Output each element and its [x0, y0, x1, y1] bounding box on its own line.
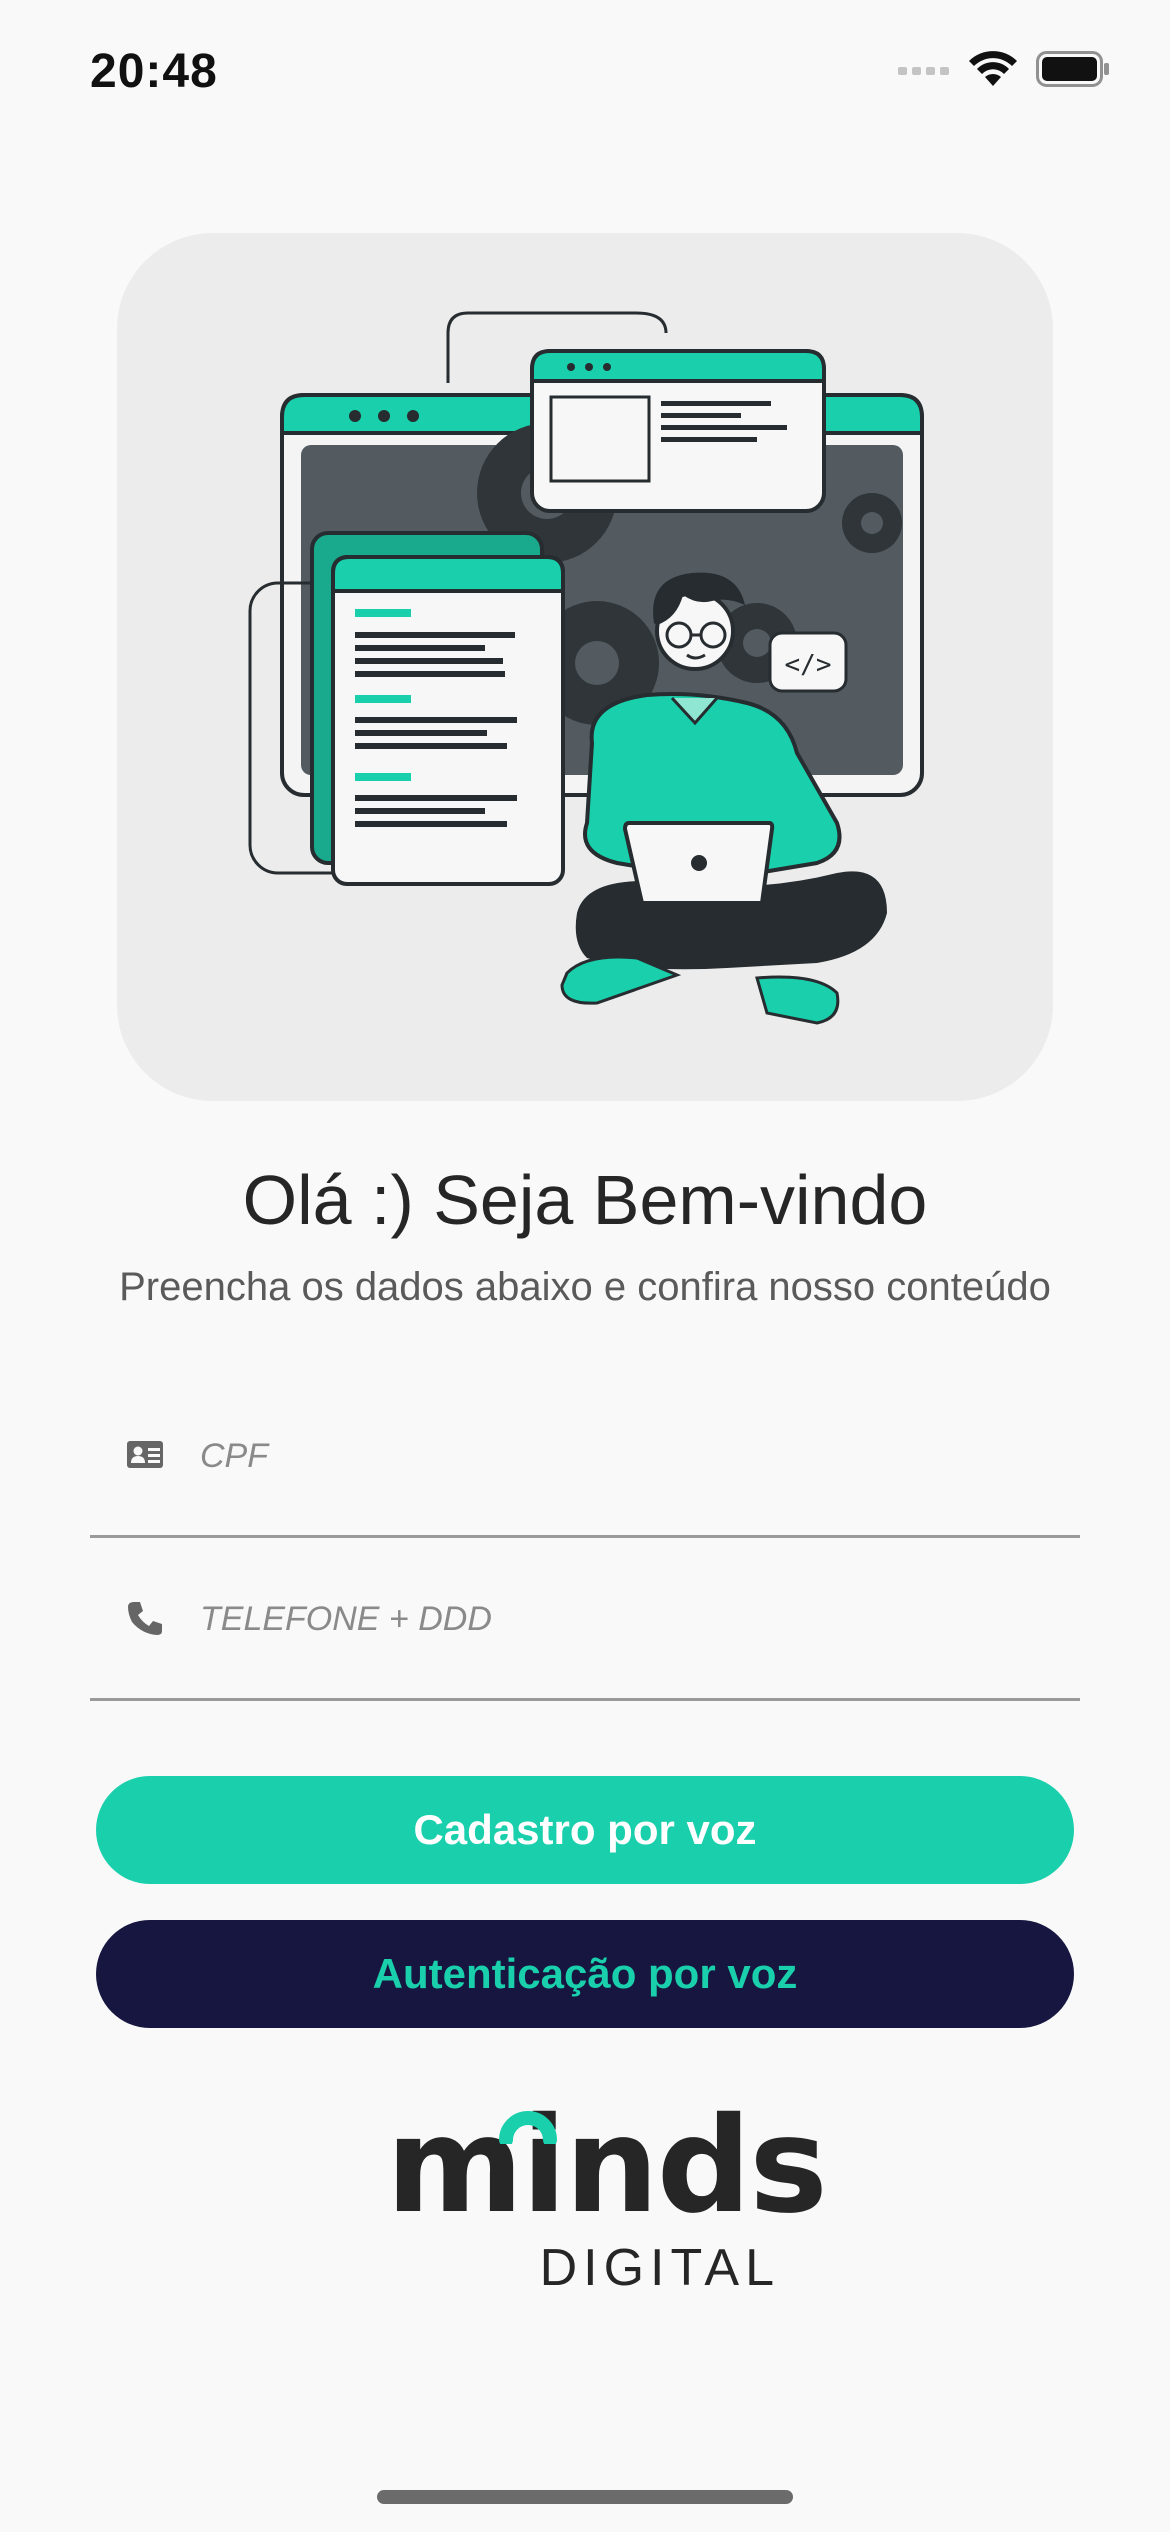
- signal-icon: [898, 61, 950, 77]
- logo-arc-icon: [499, 2111, 557, 2144]
- cpf-input[interactable]: [198, 1423, 1062, 1489]
- brand-name: minds: [386, 2089, 828, 2243]
- phone-input[interactable]: [198, 1586, 1062, 1652]
- home-indicator[interactable]: [377, 2490, 793, 2504]
- battery-icon: [1036, 51, 1110, 87]
- svg-text:</>: </>: [785, 650, 832, 680]
- id-card-icon: [125, 1435, 165, 1475]
- welcome-subtitle: Preencha os dados abaixo e confira nosso…: [119, 1265, 1051, 1309]
- brand-sub: DIGITAL: [539, 2239, 780, 2297]
- developer-with-laptop-illustration: </>: [248, 311, 924, 1025]
- register-by-voice-button[interactable]: Cadastro por voz: [96, 1776, 1074, 1884]
- welcome-title: Olá :) Seja Bem-vindo: [242, 1161, 928, 1239]
- status-bar: 20:48: [0, 0, 1170, 140]
- status-icons: [898, 50, 1110, 88]
- wifi-icon: [968, 50, 1018, 88]
- phone-icon: [125, 1598, 165, 1638]
- auth-by-voice-button[interactable]: Autenticação por voz: [96, 1920, 1074, 2028]
- hero-illustration: </>: [117, 233, 1053, 1101]
- status-time: 20:48: [90, 45, 218, 98]
- brand-logo: minds DIGITAL: [386, 2100, 828, 2300]
- cpf-field[interactable]: [90, 1375, 1080, 1538]
- phone-field[interactable]: [90, 1538, 1080, 1701]
